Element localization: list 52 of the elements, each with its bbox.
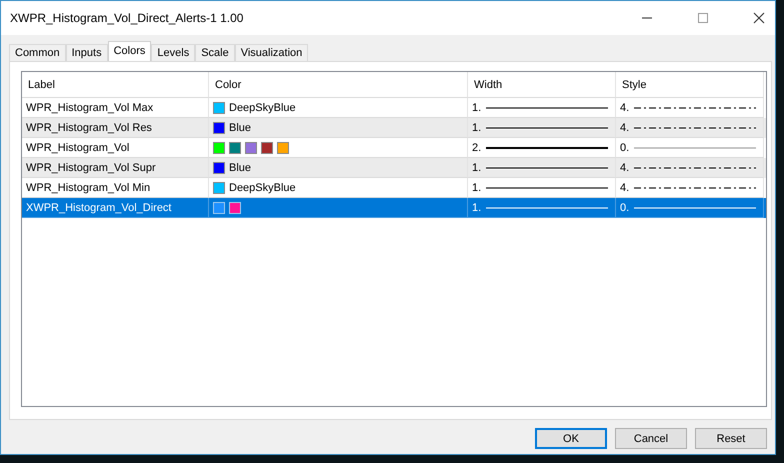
table-cell: WPR_Histogram_Vol Supr [26, 162, 156, 174]
color-swatch[interactable] [213, 182, 225, 194]
table-cell: Blue [229, 122, 252, 134]
table-cell: 1. [472, 102, 482, 114]
dialog-button[interactable]: OK [535, 428, 607, 449]
color-swatch[interactable] [213, 162, 225, 174]
table-cell: 1. [472, 162, 482, 174]
dialog-button[interactable]: Cancel [615, 428, 687, 449]
tab[interactable]: Colors [108, 41, 152, 61]
table-cell: XWPR_Histogram_Vol_Direct [26, 202, 172, 214]
color-swatch[interactable] [213, 202, 225, 214]
table-cell: 1. [472, 202, 482, 214]
table-cell: 0. [620, 142, 630, 154]
tab[interactable]: Common [9, 44, 66, 61]
table-cell: 1. [472, 122, 482, 134]
color-swatch[interactable] [229, 202, 241, 214]
table-cell: DeepSkyBlue [229, 182, 296, 194]
table-cell: DeepSkyBlue [229, 102, 296, 114]
tab[interactable]: Scale [195, 44, 235, 61]
table-cell: WPR_Histogram_Vol Min [26, 182, 150, 194]
table-row[interactable]: WPR_Histogram_Vol Res Blue 1. 4. [22, 118, 766, 138]
table-row[interactable]: XWPR_Histogram_Vol_Direct 1. 0. [22, 198, 766, 218]
table-cell: 0. [620, 202, 630, 214]
color-swatch[interactable] [213, 122, 225, 134]
maximize-icon[interactable] [697, 12, 709, 24]
tab[interactable]: Levels [151, 44, 196, 61]
table-cell: 4. [620, 182, 630, 194]
color-swatch[interactable] [245, 142, 257, 154]
table-cell: WPR_Histogram_Vol Max [26, 102, 154, 114]
window-title: XWPR_Histogram_Vol_Direct_Alerts-1 1.00 [10, 11, 244, 25]
table-cell: WPR_Histogram_Vol [26, 142, 130, 154]
tab[interactable]: Visualization [234, 44, 308, 61]
table-cell: 4. [620, 122, 630, 134]
column-header[interactable]: Width [468, 72, 616, 98]
table-cell: 4. [620, 102, 630, 114]
table-cell: 4. [620, 162, 630, 174]
close-icon[interactable] [753, 12, 765, 24]
table-cell: 1. [472, 182, 482, 194]
color-swatch[interactable] [229, 142, 241, 154]
color-swatch[interactable] [277, 142, 289, 154]
column-header[interactable]: Style [616, 72, 764, 98]
column-header[interactable]: Color [209, 72, 468, 98]
table-cell: 2. [472, 142, 482, 154]
color-swatch[interactable] [213, 102, 225, 114]
color-swatch[interactable] [261, 142, 273, 154]
tab[interactable]: Inputs [66, 44, 108, 61]
color-swatch[interactable] [213, 142, 225, 154]
column-header[interactable]: Label [22, 72, 209, 98]
table-row[interactable]: WPR_Histogram_Vol Supr Blue 1. 4. [22, 158, 766, 178]
table-cell: WPR_Histogram_Vol Res [26, 122, 152, 134]
dialog-button[interactable]: Reset [695, 428, 767, 449]
table-cell: Blue [229, 162, 252, 174]
